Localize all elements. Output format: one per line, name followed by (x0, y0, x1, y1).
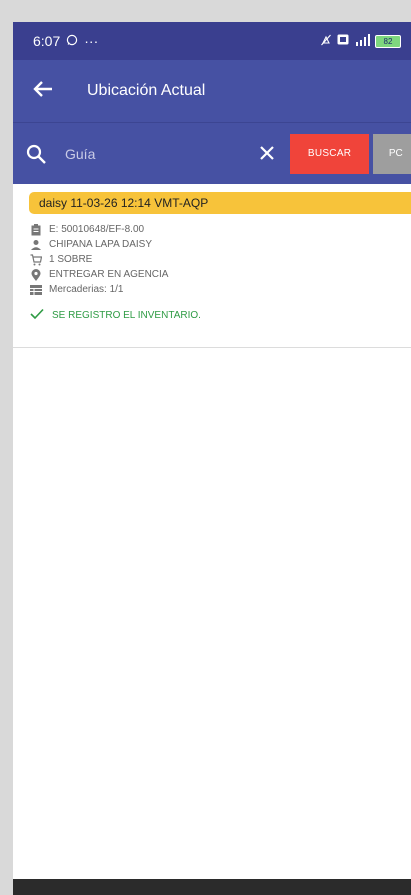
item-person-row: CHIPANA LAPA DAISY (30, 237, 411, 252)
extra-action-button[interactable]: PC (372, 133, 411, 174)
clipboard-icon (30, 223, 42, 236)
app-bar: Ubicación Actual (13, 60, 411, 122)
person-icon (30, 239, 42, 251)
cart-icon (30, 253, 42, 266)
search-bar: BUSCAR PC (13, 122, 411, 184)
status-bar: 6:07 ··· 82 (13, 22, 411, 60)
item-package: 1 SOBRE (49, 254, 93, 265)
location-pin-icon (30, 268, 42, 281)
inventory-status-text: SE REGISTRO EL INVENTARIO. (52, 309, 201, 321)
item-goods: Mercaderias: 1/1 (49, 284, 124, 295)
search-icon[interactable] (25, 143, 47, 165)
search-button[interactable]: BUSCAR (290, 133, 369, 174)
nfc-icon (337, 34, 349, 48)
page-title: Ubicación Actual (87, 82, 206, 99)
item-goods-row: Mercaderias: 1/1 (30, 282, 411, 297)
item-package-row: 1 SOBRE (30, 252, 411, 267)
search-input[interactable] (63, 144, 237, 163)
battery-icon: 82 (375, 34, 401, 48)
item-delivery-row: ENTREGAR EN AGENCIA (30, 267, 411, 282)
item-header-badge: daisy 11-03-26 12:14 VMT-AQP (29, 192, 411, 214)
item-details: E: 50010648/EF-8.00 CHIPANA LAPA DAISY 1… (13, 222, 411, 297)
check-icon (30, 307, 44, 323)
item-code-row: E: 50010648/EF-8.00 (30, 222, 411, 237)
whatsapp-icon (66, 33, 78, 49)
item-code: E: 50010648/EF-8.00 (49, 224, 145, 235)
back-arrow-icon[interactable] (33, 77, 63, 105)
close-icon[interactable] (255, 140, 278, 168)
list-item[interactable]: daisy 11-03-26 12:14 VMT-AQP E: 50010648… (13, 184, 411, 348)
inventory-status: SE REGISTRO EL INVENTARIO. (13, 307, 411, 323)
item-person: CHIPANA LAPA DAISY (49, 239, 153, 250)
more-notifications-icon: ··· (84, 33, 99, 49)
mute-icon (320, 34, 332, 49)
phone-screen: 6:07 ··· 82 Ubicación Actual Guía BUSCAR… (13, 22, 411, 895)
item-delivery: ENTREGAR EN AGENCIA (49, 269, 169, 280)
signal-icon (354, 33, 370, 49)
system-nav-bar (13, 879, 411, 895)
table-icon (30, 284, 42, 296)
status-time: 6:07 (33, 33, 61, 49)
